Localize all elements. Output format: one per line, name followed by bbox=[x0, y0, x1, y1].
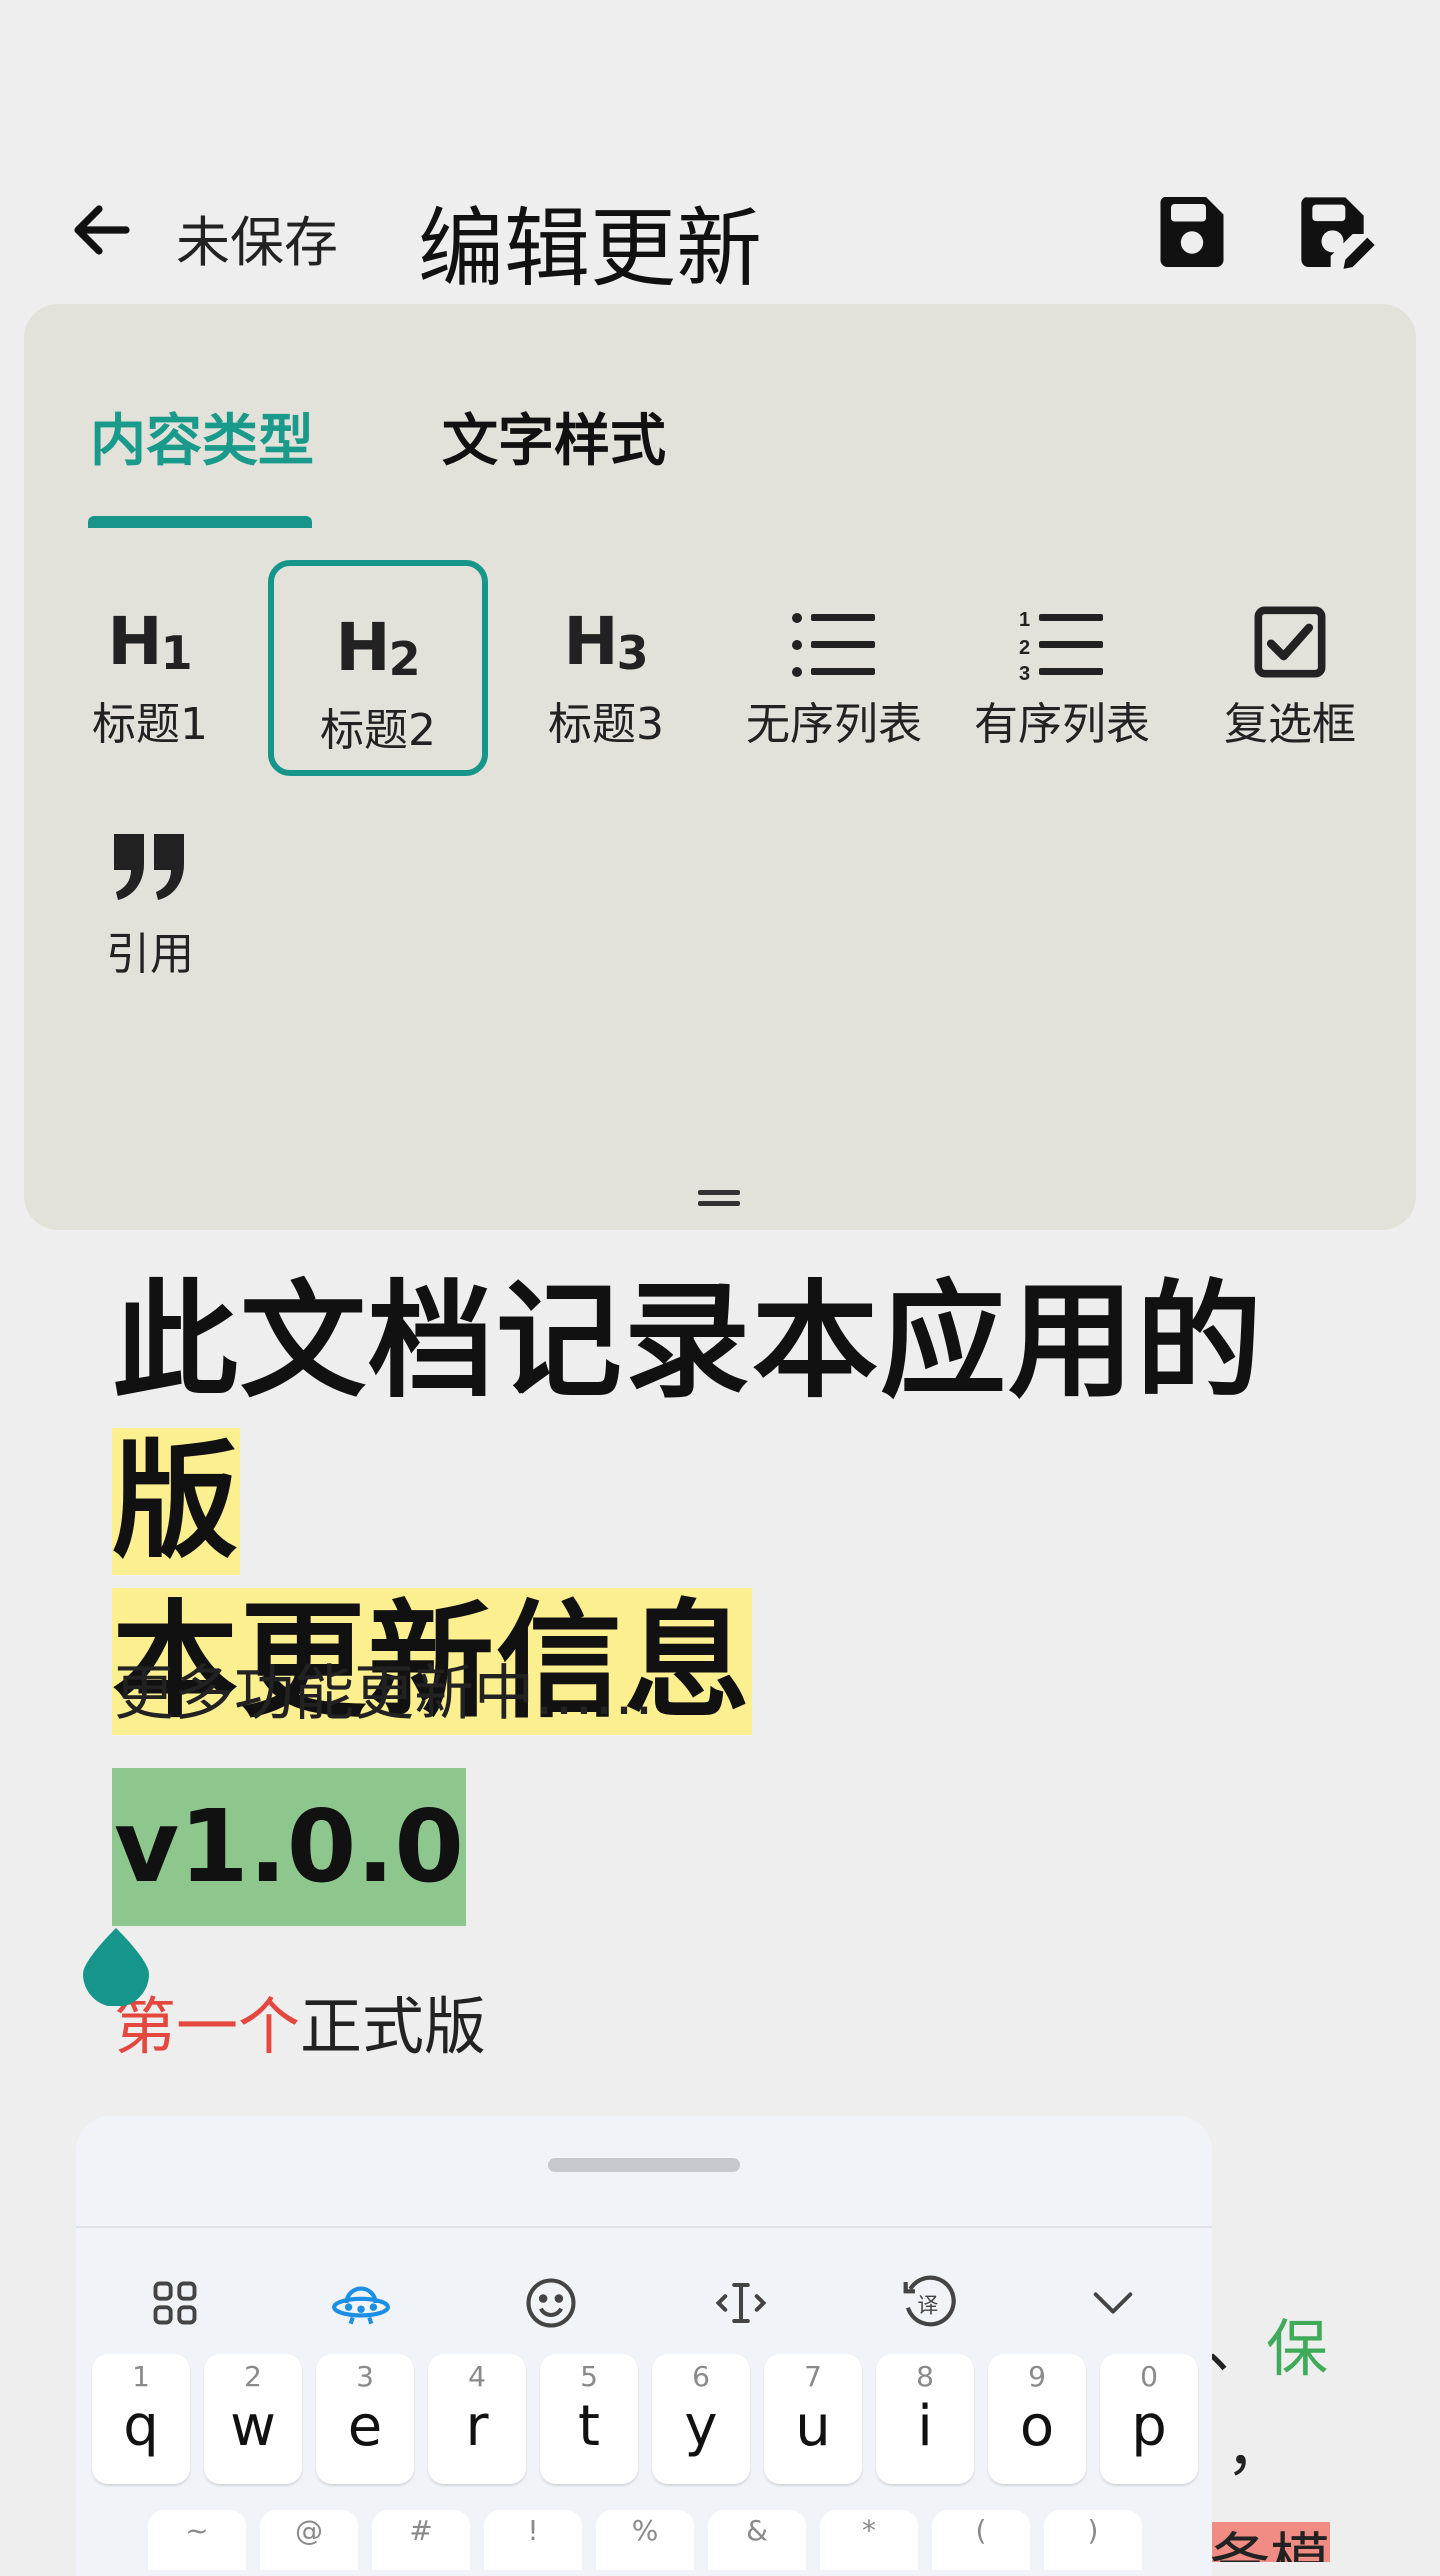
page-title: 编辑更新 bbox=[418, 199, 762, 299]
save-as-button[interactable] bbox=[1294, 190, 1384, 280]
keyboard-collapse-button[interactable] bbox=[1068, 2258, 1158, 2348]
key-p[interactable]: 0p bbox=[1100, 2354, 1198, 2484]
format-label: 引用 bbox=[106, 929, 194, 980]
text-cursor-handle[interactable] bbox=[83, 1928, 149, 2007]
apps-grid-icon bbox=[153, 2281, 197, 2325]
numbered-list-icon: 1 2 3 bbox=[1019, 580, 1105, 680]
format-label: 复选框 bbox=[1224, 699, 1356, 750]
svg-text:3: 3 bbox=[1019, 663, 1030, 680]
key-f[interactable]: ! bbox=[484, 2510, 582, 2570]
save-icon bbox=[1160, 197, 1224, 267]
save-edit-icon bbox=[1301, 197, 1375, 269]
svg-text:2: 2 bbox=[1019, 637, 1030, 659]
keyboard-divider bbox=[76, 2226, 1212, 2228]
tab-content-type[interactable]: 内容类型 bbox=[90, 396, 314, 477]
key-i[interactable]: 8i bbox=[876, 2354, 974, 2484]
ufo-icon bbox=[332, 2286, 390, 2325]
tab-indicator bbox=[88, 516, 312, 528]
svg-text:译: 译 bbox=[917, 2293, 938, 2317]
format-label: 标题1 bbox=[92, 699, 208, 750]
collapse-chevron-icon bbox=[1093, 2292, 1133, 2314]
format-heading3-button[interactable]: H3 标题3 bbox=[496, 560, 716, 776]
key-t[interactable]: 5t bbox=[540, 2354, 638, 2484]
panel-drag-handle[interactable] bbox=[698, 1190, 740, 1206]
format-numbered-list-button[interactable]: 1 2 3 有序列表 bbox=[952, 560, 1172, 776]
key-d[interactable]: # bbox=[372, 2510, 470, 2570]
keyboard-drag-handle[interactable] bbox=[548, 2158, 740, 2172]
heading1-icon: H1 bbox=[107, 603, 193, 680]
format-heading1-button[interactable]: H1 标题1 bbox=[40, 560, 260, 776]
soft-keyboard bbox=[76, 2116, 1212, 2576]
keyboard-apps-button[interactable] bbox=[130, 2258, 220, 2348]
key-y[interactable]: 6y bbox=[652, 2354, 750, 2484]
heading3-icon: H3 bbox=[563, 603, 649, 680]
cursor-icon bbox=[715, 2282, 767, 2324]
keyboard-theme-button[interactable] bbox=[316, 2258, 406, 2348]
version-description[interactable]: 第一个正式版 bbox=[114, 1976, 486, 2066]
arrow-left-icon bbox=[74, 205, 130, 255]
version-heading[interactable]: v1.0.0 bbox=[112, 1768, 466, 1926]
key-l[interactable]: ) bbox=[1044, 2510, 1142, 2570]
keyboard-emoji-button[interactable] bbox=[506, 2258, 596, 2348]
key-a[interactable]: ~ bbox=[148, 2510, 246, 2570]
emoji-icon bbox=[526, 2278, 576, 2328]
key-g[interactable]: % bbox=[596, 2510, 694, 2570]
bullet-list-icon bbox=[791, 580, 877, 680]
key-q[interactable]: 1q bbox=[92, 2354, 190, 2484]
format-label: 有序列表 bbox=[974, 699, 1150, 750]
text-fragment-red: 备模 bbox=[1210, 2522, 1330, 2562]
format-label: 无序列表 bbox=[746, 699, 922, 750]
format-label: 标题2 bbox=[320, 705, 436, 756]
document-subtitle[interactable]: 更多功能更新中…… bbox=[114, 1645, 654, 1732]
tab-text-style[interactable]: 文字样式 bbox=[442, 396, 666, 477]
checkbox-icon bbox=[1252, 580, 1328, 680]
format-label: 标题3 bbox=[548, 699, 664, 750]
text-fragment: 、 bbox=[1206, 2312, 1266, 2382]
key-j[interactable]: * bbox=[820, 2510, 918, 2570]
key-h[interactable]: & bbox=[708, 2510, 806, 2570]
key-s[interactable]: @ bbox=[260, 2510, 358, 2570]
format-checkbox-button[interactable]: 复选框 bbox=[1180, 560, 1400, 776]
heading2-icon: H2 bbox=[335, 609, 421, 686]
text-fragment-green: 保 bbox=[1266, 2312, 1329, 2385]
keyboard-translate-button[interactable]: 译 bbox=[884, 2258, 974, 2348]
key-u[interactable]: 7u bbox=[764, 2354, 862, 2484]
key-e[interactable]: 3e bbox=[316, 2354, 414, 2484]
format-heading2-button[interactable]: H2 标题2 bbox=[268, 560, 488, 776]
svg-text:1: 1 bbox=[1019, 610, 1030, 631]
key-w[interactable]: 2w bbox=[204, 2354, 302, 2484]
translate-icon: 译 bbox=[903, 2275, 956, 2327]
save-button[interactable] bbox=[1150, 190, 1234, 274]
format-bullet-list-button[interactable]: 无序列表 bbox=[724, 560, 944, 776]
key-k[interactable]: ( bbox=[932, 2510, 1030, 2570]
key-r[interactable]: 4r bbox=[428, 2354, 526, 2484]
text-fragment: ， bbox=[1226, 2414, 1286, 2484]
quote-icon bbox=[108, 810, 192, 910]
format-quote-button[interactable]: 引用 bbox=[40, 790, 260, 1006]
keyboard-cursor-button[interactable] bbox=[696, 2258, 786, 2348]
key-o[interactable]: 9o bbox=[988, 2354, 1086, 2484]
unsaved-status: 未保存 bbox=[176, 211, 338, 274]
back-button[interactable] bbox=[62, 190, 142, 270]
